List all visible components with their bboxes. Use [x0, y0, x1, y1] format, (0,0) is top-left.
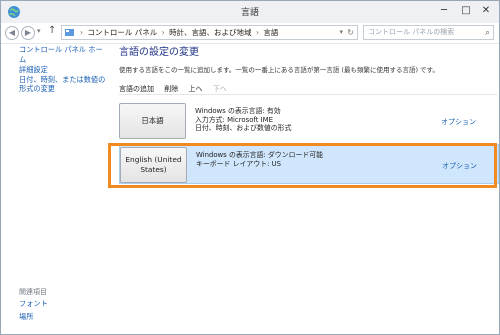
search-icon[interactable]: ⌕ [485, 27, 490, 40]
navigation-bar: ◀ ▶ ▾ ↑ › コントロール パネル › 時計、言語、および地域 › 言語 … [1, 23, 499, 44]
search-input[interactable]: コントロール パネルの検索 ⌕ [363, 25, 494, 40]
main-content: 言語の設定の変更 使用する言語をこの一覧に追加します。一覧の一番上にある言語が第… [119, 43, 499, 334]
breadcrumb-separator-icon: › [255, 28, 259, 37]
breadcrumb-language[interactable]: 言語 [263, 28, 278, 37]
breadcrumb-separator-icon: › [80, 28, 83, 37]
sidebar-location-link[interactable]: 場所 [19, 312, 33, 322]
language-name-button[interactable]: 日本語 [119, 103, 186, 139]
minimize-button[interactable]: ─ [433, 1, 455, 21]
sidebar-fonts-link[interactable]: フォント [19, 299, 48, 309]
up-button[interactable]: ↑ [48, 25, 56, 36]
language-name-button[interactable]: English (United States) [120, 147, 187, 183]
page-title: 言語の設定の変更 [119, 47, 199, 58]
display-language-status: Windows の表示言語: 有効 [195, 107, 281, 115]
display-language-status: Windows の表示言語: ダウンロード可能 [196, 151, 324, 159]
add-language-button[interactable]: 言語の追加 [119, 85, 154, 93]
breadcrumb-control-panel[interactable]: コントロール パネル [87, 28, 157, 37]
sidebar-advanced-settings-link[interactable]: 詳細設定 [19, 65, 48, 75]
sidebar: コントロール パネル ホーム 詳細設定 日付、時刻、または数値の形式の変更 関連… [1, 43, 107, 334]
language-row-japanese[interactable]: 日本語 Windows の表示言語: 有効 入力方式: Microsoft IM… [119, 101, 499, 141]
window: 言語 ─ □ ✕ ◀ ▶ ▾ ↑ › コントロール パネル › 時計、言語、およ… [0, 0, 500, 335]
forward-button[interactable]: ▶ [21, 26, 35, 40]
sidebar-date-format-link[interactable]: 日付、時刻、または数値の形式の変更 [19, 75, 109, 93]
language-info: Windows の表示言語: ダウンロード可能 キーボード レイアウト: US [196, 151, 426, 168]
breadcrumb-clock-language-region[interactable]: 時計、言語、および地域 [169, 28, 252, 37]
refresh-icon[interactable]: ↻ [347, 26, 354, 39]
breadcrumb-separator-icon: › [161, 28, 165, 37]
options-link[interactable]: オプション [442, 161, 477, 171]
back-button[interactable]: ◀ [5, 26, 19, 40]
related-heading: 関連項目 [19, 288, 47, 296]
address-bar[interactable]: › コントロール パネル › 時計、言語、および地域 › 言語 ▾ ↻ [61, 25, 358, 40]
maximize-button[interactable]: □ [455, 1, 477, 21]
language-toolbar: 言語の追加 削除 上へ 下へ [119, 84, 235, 94]
recent-pages-icon[interactable]: ▾ [37, 27, 41, 35]
search-placeholder: コントロール パネルの検索 [368, 28, 455, 36]
page-description: 使用する言語をこの一覧に追加します。一覧の一番上にある言語が第一言語 (最も頻繁… [119, 66, 439, 74]
keyboard-layout: キーボード レイアウト: US [196, 159, 282, 168]
toolbar-divider [119, 94, 497, 95]
input-method: 入力方式: Microsoft IME [195, 115, 273, 124]
language-row-english[interactable]: English (United States) Windows の表示言語: ダ… [119, 144, 499, 184]
address-dropdown-icon[interactable]: ▾ [339, 26, 343, 39]
title-bar: 言語 ─ □ ✕ [1, 1, 499, 24]
remove-button[interactable]: 削除 [164, 85, 178, 93]
window-title: 言語 [240, 8, 259, 18]
options-link[interactable]: オプション [441, 117, 476, 127]
date-format-info: 日付、時刻、および数値の形式 [195, 124, 292, 132]
sidebar-home-link[interactable]: コントロール パネル ホーム [19, 45, 107, 65]
move-down-button[interactable]: 下へ [213, 85, 227, 93]
language-info: Windows の表示言語: 有効 入力方式: Microsoft IME 日付… [195, 107, 425, 133]
close-button[interactable]: ✕ [475, 1, 497, 21]
control-panel-icon [65, 29, 74, 36]
move-up-button[interactable]: 上へ [188, 85, 202, 93]
